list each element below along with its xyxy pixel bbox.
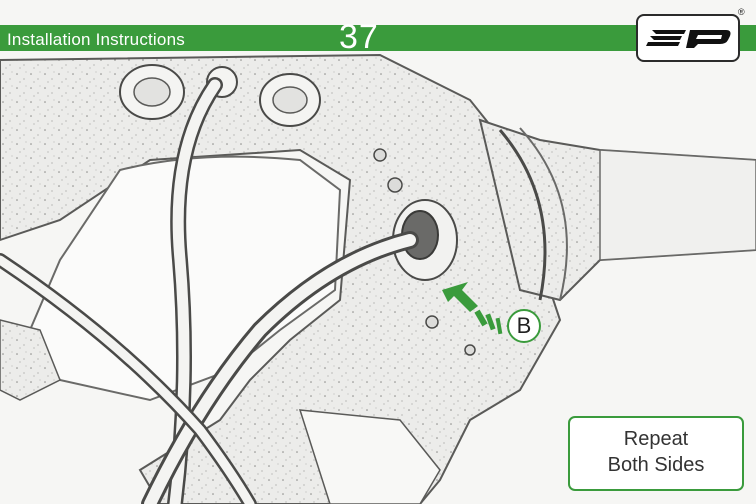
page-number: 37 [339,18,379,56]
repeat-note-line2: Both Sides [607,454,705,476]
instruction-page: Installation Instructions 37 ® B Repeat … [0,0,756,504]
repeat-note: Repeat Both Sides [568,416,744,491]
arrow-icon [442,282,503,335]
repeat-note-line1: Repeat [623,428,689,450]
callout-b-label: B [507,309,541,343]
ep-logo-mark [646,30,731,48]
registered-mark: ® [738,7,745,17]
header-title: Installation Instructions [7,30,185,49]
ep-logo [636,14,740,62]
